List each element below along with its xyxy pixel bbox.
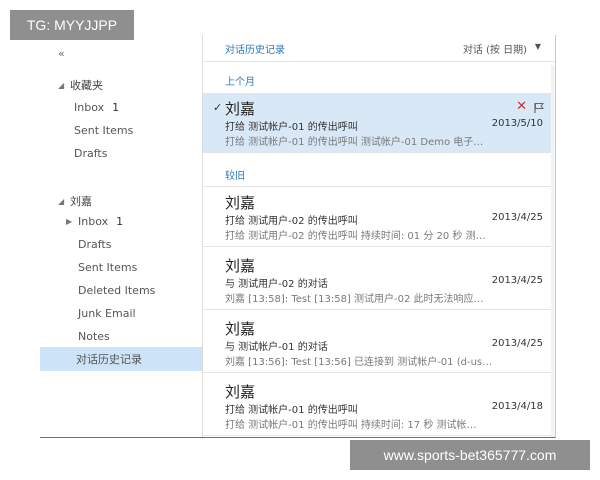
- watermark-bottom-right: www.sports-bet365777.com: [350, 440, 590, 470]
- account-header[interactable]: ◢ 刘嘉: [58, 193, 92, 209]
- account-sent-items[interactable]: Sent Items: [78, 257, 137, 277]
- folder-title: 对话历史记录: [225, 45, 285, 56]
- header-divider: [203, 61, 555, 62]
- folder-label: Drafts: [78, 237, 112, 251]
- vertical-scrollbar[interactable]: [551, 65, 555, 437]
- message-item[interactable]: 刘嘉 打给 测试帐户-01 的传出呼叫 2013/4/18 打给 测试帐户-01…: [203, 376, 555, 436]
- folder-label: Drafts: [74, 146, 108, 160]
- checkmark-icon: ✓: [213, 101, 223, 114]
- message-subject: 打给 测试帐户-01 的传出呼叫: [225, 122, 358, 133]
- message-subject: 打给 测试用户-02 的传出呼叫: [225, 216, 358, 227]
- message-subject: 与 测试帐户-01 的对话: [225, 342, 328, 353]
- folder-label: Junk Email: [78, 306, 136, 320]
- message-item[interactable]: ✓ 刘嘉 ✕ 打给 测试帐户-01 的传出呼叫 2013/5/10 打给 测试帐…: [203, 93, 555, 153]
- dropdown-arrow-icon[interactable]: ▼: [535, 42, 541, 51]
- flag-icon[interactable]: [533, 99, 545, 118]
- unread-count: 1: [112, 100, 120, 114]
- folder-label: Sent Items: [78, 260, 138, 274]
- mail-window: « ◢ 收藏夹 Inbox 1 Sent Items Drafts ◢ 刘嘉 ▶…: [40, 35, 556, 438]
- account-junk-email[interactable]: Junk Email: [78, 303, 136, 323]
- delete-icon[interactable]: ✕: [516, 99, 527, 114]
- message-item[interactable]: 刘嘉 与 测试帐户-01 的对话 2013/4/25 刘嘉 [13:56]: T…: [203, 313, 555, 373]
- favorites-drafts[interactable]: Drafts: [74, 143, 107, 163]
- message-item[interactable]: 刘嘉 打给 测试用户-02 的传出呼叫 2013/4/25 打给 测试用户-02…: [203, 187, 555, 247]
- folder-label: Inbox: [74, 100, 105, 114]
- favorites-inbox[interactable]: Inbox 1: [74, 97, 119, 117]
- collapse-pane-button[interactable]: «: [58, 47, 65, 60]
- message-date: 2013/5/10: [491, 118, 543, 129]
- message-date: 2013/4/25: [491, 338, 543, 349]
- expanded-triangle-icon: ◢: [58, 80, 65, 90]
- message-date: 2013/4/25: [491, 212, 543, 223]
- collapsed-triangle-icon[interactable]: ▶: [66, 217, 78, 226]
- message-subject: 与 测试用户-02 的对话: [225, 279, 328, 290]
- watermark-top-left: TG: MYYJJPP: [10, 10, 134, 40]
- folder-label: Sent Items: [74, 123, 134, 137]
- folder-label: 对话历史记录: [76, 353, 142, 366]
- message-date: 2013/4/25: [491, 275, 543, 286]
- folder-pane: « ◢ 收藏夹 Inbox 1 Sent Items Drafts ◢ 刘嘉 ▶…: [40, 35, 203, 437]
- message-sender: 刘嘉: [225, 383, 256, 401]
- favorites-title: 收藏夹: [70, 79, 103, 92]
- message-preview: 打给 测试用户-02 的传出呼叫 持续时间: 01 分 20 秒 测…: [225, 231, 486, 242]
- message-sender: 刘嘉: [225, 100, 256, 118]
- group-header-last-month[interactable]: 上个月: [225, 73, 255, 88]
- expanded-triangle-icon: ◢: [58, 196, 65, 206]
- message-preview: 刘嘉 [13:56]: Test [13:56] 已连接到 测试帐户-01 (d…: [225, 357, 493, 368]
- message-sender: 刘嘉: [225, 194, 256, 212]
- account-notes[interactable]: Notes: [78, 326, 110, 346]
- account-deleted-items[interactable]: Deleted Items: [78, 280, 155, 300]
- favorites-header[interactable]: ◢ 收藏夹: [58, 77, 103, 93]
- group-header-older[interactable]: 较旧: [225, 167, 245, 182]
- account-conversation-history[interactable]: 对话历史记录: [40, 347, 202, 371]
- account-title: 刘嘉: [70, 195, 92, 208]
- message-preview: 打给 测试帐户-01 的传出呼叫 持续时间: 17 秒 测试帐…: [225, 420, 477, 431]
- account-drafts[interactable]: Drafts: [78, 234, 111, 254]
- folder-label: Notes: [78, 329, 110, 343]
- message-subject: 打给 测试帐户-01 的传出呼叫: [225, 405, 358, 416]
- folder-label: Inbox: [78, 214, 109, 228]
- message-sender: 刘嘉: [225, 320, 256, 338]
- favorites-sent-items[interactable]: Sent Items: [74, 120, 133, 140]
- unread-count: 1: [116, 214, 124, 228]
- message-item[interactable]: 刘嘉 与 测试用户-02 的对话 2013/4/25 刘嘉 [13:58]: T…: [203, 250, 555, 310]
- message-list-pane: 对话历史记录 对话 (按 日期) ▼ 上个月 ✓ 刘嘉 ✕ 打给 测试帐户-01…: [203, 35, 555, 437]
- folder-label: Deleted Items: [78, 283, 156, 297]
- message-preview: 打给 测试帐户-01 的传出呼叫 测试帐户-01 Demo 电子…: [225, 137, 484, 148]
- message-date: 2013/4/18: [491, 401, 543, 412]
- arrange-by-dropdown[interactable]: 对话 (按 日期): [463, 41, 527, 56]
- account-inbox[interactable]: ▶ Inbox 1: [66, 211, 123, 231]
- message-sender: 刘嘉: [225, 257, 256, 275]
- message-preview: 刘嘉 [13:58]: Test [13:58] 测试用户-02 此时无法响应…: [225, 294, 484, 305]
